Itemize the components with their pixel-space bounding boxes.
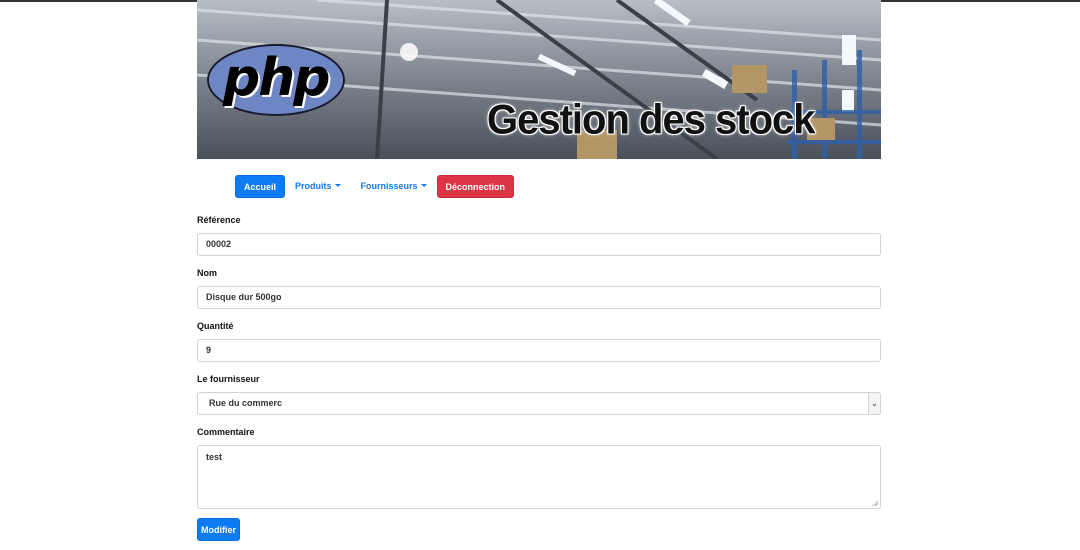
supplier-select[interactable]: Rue du commerc ⌄ — [197, 392, 881, 415]
banner-title: Gestion des stock — [487, 96, 816, 144]
quantity-input[interactable]: 9 — [197, 339, 881, 362]
header-banner: php Gestion des stock — [197, 0, 881, 159]
quantity-label: Quantité — [197, 321, 234, 331]
name-input[interactable]: Disque dur 500go — [197, 286, 881, 309]
supplier-selected-value: Rue du commerc — [209, 398, 283, 408]
chevron-down-icon[interactable]: ⌄ — [868, 393, 880, 414]
name-label: Nom — [197, 268, 217, 278]
supplier-label: Le fournisseur — [197, 374, 260, 384]
resize-handle-icon[interactable] — [872, 500, 878, 506]
nav-home-button[interactable]: Accueil — [235, 174, 286, 198]
comment-label: Commentaire — [197, 427, 255, 437]
nav-suppliers-dropdown[interactable]: Fournisseurs — [351, 181, 437, 191]
comment-textarea[interactable]: test — [197, 445, 881, 509]
logout-button[interactable]: Déconnection — [436, 174, 515, 198]
nav-products-dropdown[interactable]: Produits — [285, 181, 351, 191]
submit-button[interactable]: Modifier — [197, 518, 240, 541]
php-logo: php — [207, 44, 345, 116]
caret-down-icon — [334, 184, 341, 187]
nav-suppliers-label: Fournisseurs — [360, 181, 418, 191]
comment-text: test — [206, 452, 223, 462]
reference-input[interactable]: 00002 — [197, 233, 881, 256]
nav-products-label: Produits — [295, 181, 332, 191]
main-navigation: Accueil Produits Fournisseurs Déconnecti… — [235, 174, 515, 198]
php-logo-text: php — [223, 48, 330, 108]
caret-down-icon — [420, 184, 427, 187]
reference-label: Référence — [197, 215, 241, 225]
